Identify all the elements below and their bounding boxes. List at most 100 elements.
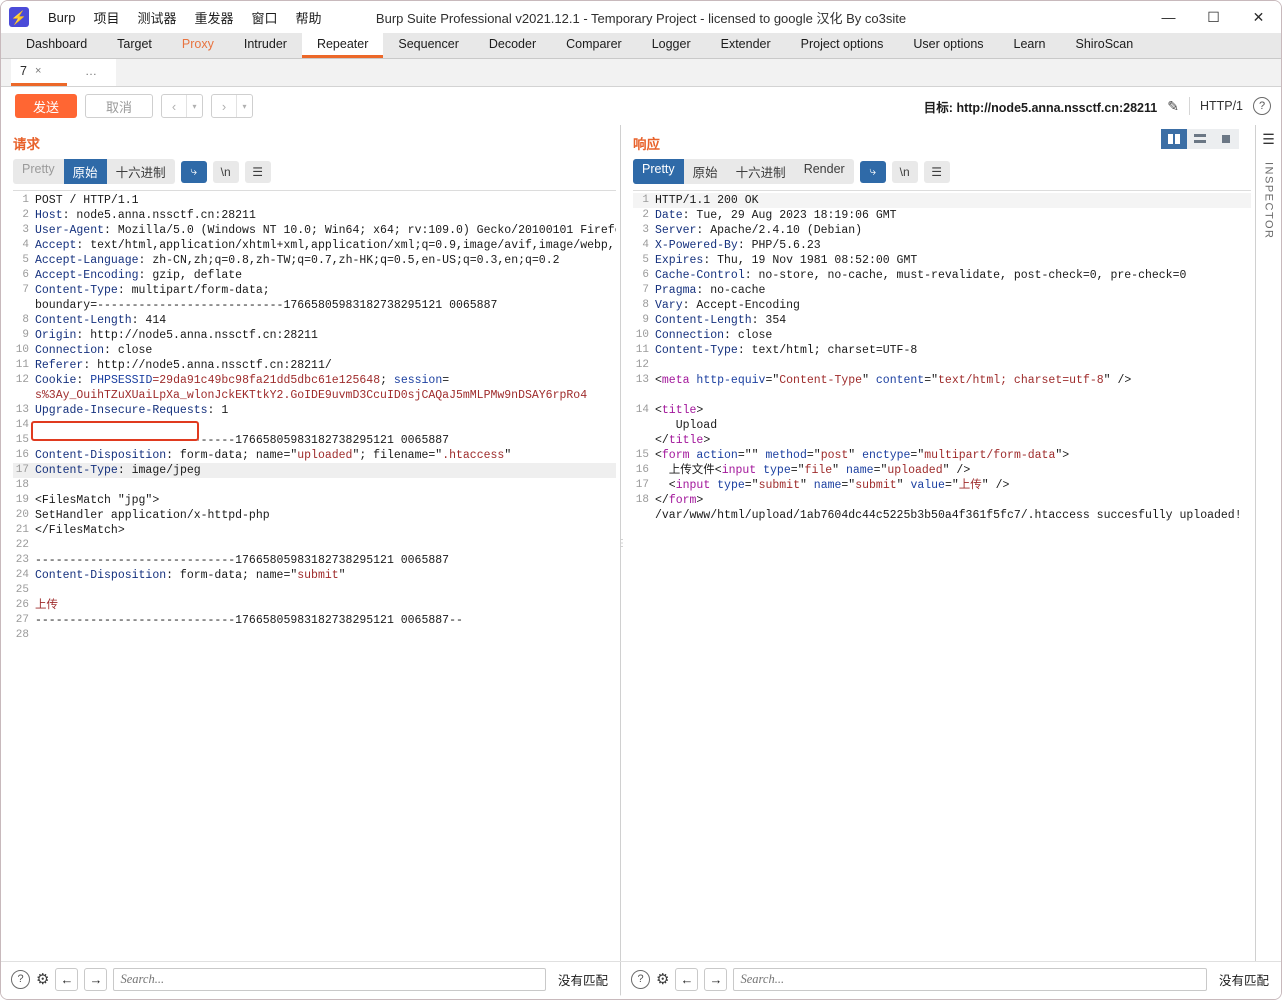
line-text: Connection: close — [35, 344, 153, 357]
line-text: Content-Disposition: form-data; name="up… — [35, 449, 512, 462]
line-text: Server: Apache/2.4.10 (Debian) — [655, 224, 863, 237]
search-next-button[interactable]: → — [84, 967, 108, 991]
request-line: 14 — [13, 418, 616, 433]
tab-decoder[interactable]: Decoder — [474, 33, 551, 58]
search-next-button[interactable]: → — [704, 967, 728, 991]
response-editor[interactable]: 1 HTTP/1.1 200 OK 2 Date: Tue, 29 Aug 2023 … — [633, 190, 1251, 961]
tab-sequencer[interactable]: Sequencer — [383, 33, 473, 58]
menu-window[interactable]: 窗口 — [243, 5, 287, 30]
tab-user-options[interactable]: User options — [898, 33, 998, 58]
line-text: Pragma: no-cache — [655, 284, 766, 297]
request-search-input[interactable] — [113, 967, 546, 991]
tab-dashboard[interactable]: Dashboard — [11, 33, 102, 58]
minimize-icon[interactable]: — — [1146, 1, 1191, 33]
line-number: 13 — [15, 404, 29, 416]
stacked-view-icon[interactable] — [1187, 129, 1213, 149]
gear-icon[interactable]: ⚙ — [36, 970, 49, 988]
chevron-down-icon[interactable]: ▾ — [236, 95, 252, 117]
request-view-十六进制[interactable]: 十六进制 — [107, 159, 175, 184]
add-repeater-tab-button[interactable]: … — [67, 59, 116, 86]
show-newlines-button[interactable]: \n — [891, 160, 918, 183]
line-text: X-Powered-By: PHP/5.6.23 — [655, 239, 821, 252]
help-icon[interactable]: ? — [1253, 97, 1271, 115]
line-text: <FilesMatch "jpg"> — [35, 494, 160, 507]
send-button[interactable]: 发送 — [15, 94, 78, 118]
request-line: 10 Connection: close — [13, 343, 616, 358]
forward-history-button[interactable]: › ▾ — [211, 94, 254, 118]
line-text: 上传 — [35, 599, 58, 612]
menu-intruder[interactable]: 测试器 — [128, 5, 185, 30]
line-number: 14 — [635, 404, 649, 416]
tab-logger[interactable]: Logger — [637, 33, 706, 58]
line-number: 4 — [22, 239, 29, 251]
response-view-原始[interactable]: 原始 — [684, 159, 727, 184]
request-view-原始[interactable]: 原始 — [63, 159, 107, 184]
show-newlines-button[interactable]: \n — [212, 160, 239, 183]
line-number: 11 — [635, 344, 649, 356]
close-icon[interactable]: ✕ — [1236, 1, 1281, 33]
request-line: boundary=---------------------------1766… — [13, 298, 616, 313]
line-number: 11 — [15, 359, 29, 371]
inspector-menu-icon[interactable]: ☰ — [1262, 131, 1275, 148]
single-view-icon[interactable] — [1213, 129, 1239, 149]
response-menu-icon[interactable]: ☰ — [923, 160, 950, 183]
menu-help[interactable]: 帮助 — [287, 5, 331, 30]
tab-repeater[interactable]: Repeater — [301, 33, 384, 58]
line-number: 16 — [15, 449, 29, 461]
help-icon[interactable]: ? — [11, 969, 30, 989]
gear-icon[interactable]: ⚙ — [656, 970, 669, 988]
request-view-pretty[interactable]: Pretty — [13, 159, 64, 184]
tab-project-options[interactable]: Project options — [786, 33, 899, 58]
cancel-button[interactable]: 取消 — [85, 94, 154, 118]
response-match-count: 没有匹配 — [1218, 973, 1269, 988]
response-line: 17 <input type="submit" name="submit" va… — [633, 478, 1251, 493]
back-history-button[interactable]: ‹ ▾ — [161, 94, 204, 118]
line-number: 5 — [22, 254, 29, 266]
response-line: 2 Date: Tue, 29 Aug 2023 18:19:06 GMT — [633, 208, 1251, 223]
tab-target[interactable]: Target — [102, 33, 167, 58]
word-wrap-icon[interactable]: ⤷ — [180, 160, 207, 183]
close-icon[interactable]: × — [35, 65, 41, 77]
tab-learn[interactable]: Learn — [999, 33, 1061, 58]
menu-repeater[interactable]: 重发器 — [186, 5, 243, 30]
request-title: 请求 — [13, 137, 40, 152]
response-view-render[interactable]: Render — [795, 159, 854, 184]
response-view-十六进制[interactable]: 十六进制 — [727, 159, 795, 184]
chevron-left-icon: ‹ — [171, 98, 177, 114]
request-line: 23 -----------------------------176658059… — [13, 553, 616, 568]
tab-extender[interactable]: Extender — [706, 33, 786, 58]
response-line: 11 Content-Type: text/html; charset=UTF-8 — [633, 343, 1251, 358]
chevron-down-icon[interactable]: ▾ — [186, 95, 202, 117]
response-search-row: ? ⚙ ← → 没有匹配 — [621, 962, 1281, 996]
line-number: 13 — [635, 374, 649, 386]
word-wrap-icon[interactable]: ⤷ — [859, 160, 886, 183]
maximize-icon[interactable]: ☐ — [1191, 1, 1236, 33]
menu-project[interactable]: 项目 — [84, 5, 128, 30]
edit-pencil-icon[interactable]: ✎ — [1167, 98, 1179, 115]
line-text: <meta http-equiv="Content-Type" content=… — [655, 374, 1132, 387]
tab-shiroscan[interactable]: ShiroScan — [1061, 33, 1149, 58]
line-number: 18 — [635, 494, 649, 506]
help-icon[interactable]: ? — [631, 969, 650, 989]
repeater-tab-7[interactable]: 7 × — [11, 59, 67, 86]
line-number: 16 — [635, 464, 649, 476]
http-version-label[interactable]: HTTP/1 — [1200, 99, 1243, 113]
response-search-input[interactable] — [733, 967, 1207, 991]
request-editor[interactable]: 1 POST / HTTP/1.1 2 Host: node5.anna.nssctf… — [13, 190, 616, 961]
target-section: 目标: http://node5.anna.nssctf.cn:28211 ✎ … — [924, 97, 1271, 116]
tab-comparer[interactable]: Comparer — [551, 33, 637, 58]
line-number: 21 — [15, 524, 29, 536]
response-line: 5 Expires: Thu, 19 Nov 1981 08:52:00 GMT — [633, 253, 1251, 268]
response-view-pretty[interactable]: Pretty — [633, 159, 684, 184]
tab-intruder[interactable]: Intruder — [229, 33, 302, 58]
line-number: 20 — [15, 509, 29, 521]
search-prev-button[interactable]: ← — [55, 967, 79, 991]
request-menu-icon[interactable]: ☰ — [244, 160, 271, 183]
request-match-count: 没有匹配 — [557, 973, 608, 988]
pane-resize-handle[interactable]: ⋮ — [617, 125, 627, 961]
tab-proxy[interactable]: Proxy — [167, 33, 229, 58]
split-view-icon[interactable] — [1161, 129, 1187, 149]
menu-burp[interactable]: Burp — [39, 7, 84, 28]
search-prev-button[interactable]: ← — [675, 967, 699, 991]
inspector-rail[interactable]: ☰ INSPECTOR — [1255, 125, 1281, 961]
